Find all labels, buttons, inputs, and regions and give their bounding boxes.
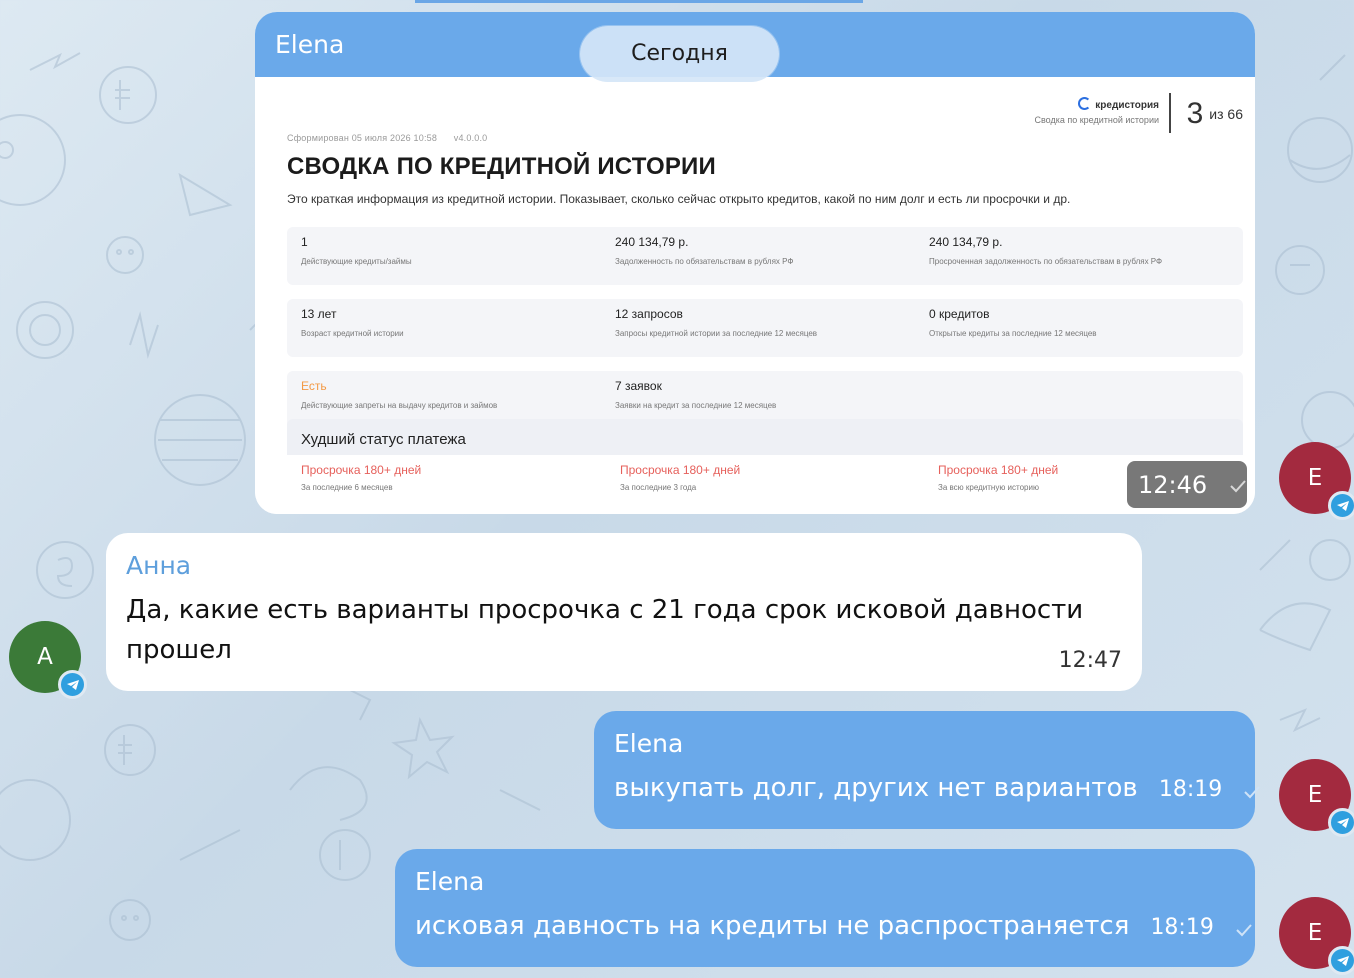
worst-status-cell: Просрочка 180+ дней За всю кредитную исто… [938,463,1059,492]
report-generated-date: Сформирован 05 июля 2026 10:58 [287,133,438,143]
message-sender[interactable]: Анна [126,551,1122,580]
outgoing-message-bubble[interactable]: Elena выкупать долг, других нет варианто… [594,711,1261,829]
worst-status-cell: Просрочка 180+ дней За последние 3 года [620,463,741,492]
summary-row: 13 лет Возраст кредитной истории 12 запро… [287,299,1243,357]
image-message-time: 12:46 [1127,461,1247,508]
avatar[interactable]: А [9,621,87,699]
avatar[interactable]: E [1279,759,1354,837]
summary-cell: 0 кредитов Открытые кредиты за последние … [929,307,1097,338]
message-text: исковая давность на кредиты не распростр… [415,911,1130,941]
read-check-icon [1236,923,1252,936]
telegram-icon [58,670,87,699]
report-version: v4.0.0.0 [453,133,488,143]
avatar-initial: E [1307,782,1323,808]
avatar[interactable]: E [1279,442,1354,520]
summary-cell: 12 запросов Запросы кредитной истории за … [615,307,818,338]
report-meta: Сформирован 05 июля 2026 10:58 v4.0.0.0 [287,133,501,143]
message-text: Да, какие есть варианты просрочка с 21 г… [126,590,1122,670]
summary-cell: 240 134,79 р. Задолженность по обязательс… [615,235,794,266]
telegram-icon [1328,491,1354,520]
worst-status-row: Просрочка 180+ дней За последние 6 месяце… [287,455,1243,505]
image-message-bubble[interactable]: Elena Сформирован 05 июля 2026 10:58 v4.… [255,12,1255,514]
brand-divider [1169,93,1171,133]
message-sender[interactable]: Elena [275,30,344,59]
outgoing-message-bubble[interactable]: Elena исковая давность на кредиты не рас… [395,849,1255,967]
message-time: 18:19 [1150,915,1214,940]
worst-status-header: Худший статус платежа [287,419,1243,455]
summary-row: 1 Действующие кредиты/займы 240 134,79 р.… [287,227,1243,285]
message-sender[interactable]: Elena [415,867,1235,896]
message-time: 12:47 [1058,648,1122,673]
report-description: Это краткая информация из кредитной исто… [287,192,1071,206]
incoming-message-bubble[interactable]: Анна Да, какие есть варианты просрочка с… [106,533,1142,691]
report-title: СВОДКА ПО КРЕДИТНОЙ ИСТОРИИ [287,153,716,180]
worst-status-cell: Просрочка 180+ дней За последние 6 месяце… [301,463,422,492]
avatar-initial: E [1307,465,1323,491]
brand-subtitle: Сводка по кредитной истории [1034,115,1159,125]
message-text: выкупать долг, других нет вариантов [614,773,1138,803]
read-check-icon [1230,480,1246,493]
message-text-line: прошел [126,635,232,665]
message-time: 18:19 [1158,777,1223,802]
avatar-initial: А [37,644,53,670]
report-pager: 3 из 66 [1187,97,1243,131]
summary-cell: Есть Действующие запреты на выдачу кредит… [301,379,498,410]
summary-cell: 1 Действующие кредиты/займы [301,235,412,266]
avatar[interactable]: E [1279,897,1354,975]
summary-cell: 7 заявок Заявки на кредит за последние 12… [615,379,777,410]
brand-logo-icon: кредистория [1034,97,1159,111]
summary-cell: 13 лет Возраст кредитной истории [301,307,404,338]
message-time: 12:46 [1138,471,1208,499]
scroll-indicator [415,0,863,3]
page-total: из 66 [1209,106,1243,122]
avatar-initial: E [1307,920,1323,946]
summary-grid: 1 Действующие кредиты/займы 240 134,79 р.… [287,227,1243,443]
message-sender[interactable]: Elena [614,729,1235,758]
telegram-icon [1328,808,1354,837]
page-current: 3 [1186,97,1204,130]
telegram-icon [1328,946,1354,975]
summary-cell: 240 134,79 р. Просроченная задолженность … [929,235,1163,266]
read-check-icon [1244,785,1261,798]
message-text-line: Да, какие есть варианты просрочка с 21 г… [126,595,1084,625]
date-separator: Сегодня [580,26,779,82]
credit-report-image[interactable]: Сформирован 05 июля 2026 10:58 v4.0.0.0 … [255,77,1255,514]
report-brand: кредистория Сводка по кредитной истории [1034,97,1159,125]
